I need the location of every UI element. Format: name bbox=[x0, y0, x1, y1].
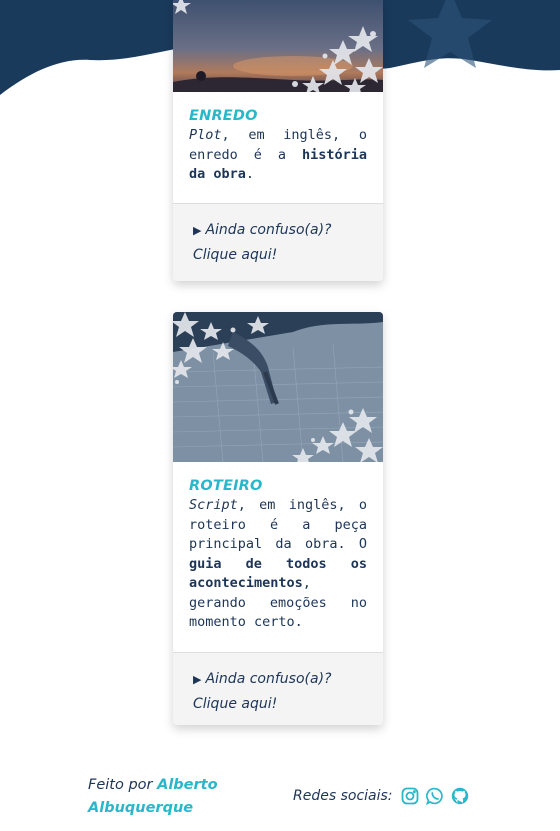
disclosure-triangle-icon: ▶ bbox=[193, 224, 202, 237]
term-english: Script bbox=[189, 497, 238, 513]
card-image-roteiro bbox=[173, 312, 383, 462]
card-description: Plot, em inglês, o enredo é a história d… bbox=[189, 126, 367, 185]
description-highlight: guia de todos os acontecimentos bbox=[189, 555, 367, 592]
card-image-enredo bbox=[173, 0, 383, 92]
github-icon[interactable] bbox=[451, 787, 469, 805]
social-label: Redes sociais: bbox=[293, 788, 393, 804]
card-footer: ▶ Ainda confuso(a)? Clique aqui! bbox=[173, 652, 383, 725]
social-links: Redes sociais: bbox=[293, 787, 476, 806]
credit-prefix: Feito por bbox=[88, 777, 158, 793]
term-english: Plot bbox=[189, 127, 222, 143]
card-footer: ▶ Ainda confuso(a)? Clique aqui! bbox=[173, 203, 383, 281]
whatsapp-icon[interactable] bbox=[425, 787, 444, 806]
card-title: ROTEIRO bbox=[189, 478, 263, 494]
more-info-toggle[interactable]: ▶ Ainda confuso(a)? Clique aqui! bbox=[193, 218, 367, 267]
instagram-icon[interactable] bbox=[401, 787, 419, 805]
description-text: . bbox=[245, 166, 255, 182]
toggle-label: Ainda confuso(a)? Clique aqui! bbox=[193, 671, 332, 712]
author-credit: Feito por Alberto Albuquerque bbox=[88, 774, 258, 820]
card-description: Script, em inglês, o roteiro é a peça pr… bbox=[189, 496, 367, 633]
toggle-label: Ainda confuso(a)? Clique aqui! bbox=[193, 222, 332, 263]
card-roteiro: ROTEIRO Script, em inglês, o roteiro é a… bbox=[173, 312, 383, 725]
site-footer: Feito por Alberto Albuquerque Redes soci… bbox=[0, 772, 560, 822]
disclosure-triangle-icon: ▶ bbox=[193, 673, 202, 686]
more-info-toggle[interactable]: ▶ Ainda confuso(a)? Clique aqui! bbox=[193, 667, 367, 716]
card-title: ENREDO bbox=[189, 108, 258, 124]
card-enredo: ENREDO Plot, em inglês, o enredo é a his… bbox=[173, 0, 383, 281]
